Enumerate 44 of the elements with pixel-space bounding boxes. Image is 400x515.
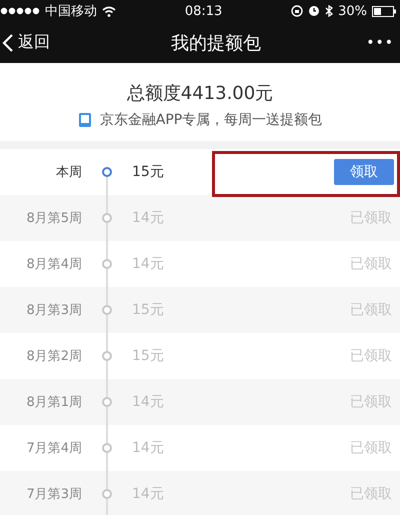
total-amount: 总额度4413.00元 xyxy=(126,82,274,105)
status-time: 08:13 xyxy=(184,4,222,18)
timeline-dot-icon xyxy=(101,258,113,270)
week-label: 8月第4周 xyxy=(25,256,82,273)
amount-text: 15元 xyxy=(132,163,165,181)
week-label: 本周 xyxy=(55,164,82,181)
chevron-left-icon xyxy=(2,32,14,52)
claimed-status: 已领取 xyxy=(350,255,393,273)
week-label: 8月第3周 xyxy=(25,302,82,319)
page-title: 我的提额包 xyxy=(171,32,262,54)
battery-percent: 30% xyxy=(338,4,367,18)
lock-rotation-icon xyxy=(291,5,304,17)
week-label: 8月第1周 xyxy=(25,394,82,411)
amount-text: 14元 xyxy=(132,439,165,457)
amount-text: 15元 xyxy=(132,347,165,365)
claimed-status: 已领取 xyxy=(350,347,393,365)
timeline-dot-icon xyxy=(101,442,113,454)
week-label: 7月第4周 xyxy=(25,440,82,457)
week-label: 8月第2周 xyxy=(25,348,82,365)
claimed-status: 已领取 xyxy=(350,439,393,457)
bluetooth-icon xyxy=(325,5,334,17)
amount-text: 15元 xyxy=(132,301,165,319)
tablet-icon xyxy=(78,112,92,128)
timeline-dot-icon xyxy=(101,396,113,408)
more-button[interactable]: ••• xyxy=(366,34,394,50)
alarm-icon xyxy=(308,5,320,17)
amount-text: 14元 xyxy=(132,209,165,227)
week-label: 8月第5周 xyxy=(25,210,82,227)
timeline-dot-icon xyxy=(101,350,113,362)
amount-text: 14元 xyxy=(132,393,165,411)
promo-note: 京东金融APP专属，每周一送提额包 xyxy=(100,111,322,129)
amount-text: 14元 xyxy=(132,485,165,503)
signal-icon xyxy=(0,7,40,15)
timeline-dot-icon xyxy=(101,304,113,316)
claim-button[interactable]: 领取 xyxy=(334,159,394,185)
week-label: 7月第3周 xyxy=(25,486,82,503)
amount-text: 14元 xyxy=(132,255,165,273)
timeline-dot-icon xyxy=(101,488,113,500)
timeline-dot-icon xyxy=(101,166,113,178)
back-button[interactable]: 返回 xyxy=(2,32,50,53)
carrier-name: 中国移动 xyxy=(45,3,97,20)
wifi-icon xyxy=(102,6,116,16)
timeline-dot-icon xyxy=(101,212,113,224)
battery-icon xyxy=(372,6,396,16)
